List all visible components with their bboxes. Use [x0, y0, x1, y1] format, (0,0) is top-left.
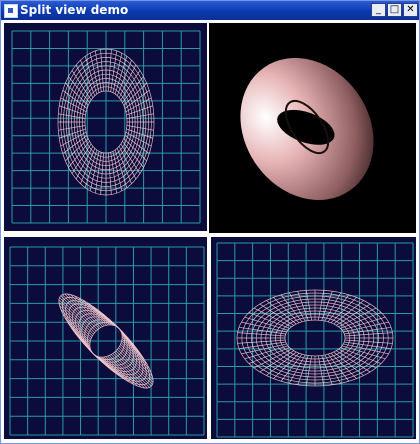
viewport-bottom-left[interactable]	[4, 237, 207, 439]
viewport-bottom-right[interactable]	[211, 237, 416, 439]
title-bar[interactable]: Split view demo _ □ ✕	[1, 1, 419, 20]
window-title: Split view demo	[20, 3, 129, 17]
viewport-top-right[interactable]	[209, 23, 416, 233]
close-button[interactable]: ✕	[403, 3, 418, 17]
viewport-bottom-left-canvas	[9, 246, 205, 436]
minimize-button[interactable]: _	[371, 3, 386, 17]
app-window: Split view demo _ □ ✕	[0, 0, 420, 444]
viewport-top-left[interactable]	[4, 23, 207, 231]
app-icon[interactable]	[4, 4, 18, 18]
grid-lines	[9, 246, 205, 436]
shaded-torus	[240, 58, 374, 200]
viewport-top-right-canvas	[240, 58, 374, 200]
split-view-client	[4, 23, 416, 439]
viewport-bottom-right-canvas	[216, 242, 414, 438]
maximize-button[interactable]: □	[387, 3, 402, 17]
viewport-top-left-canvas	[11, 30, 201, 224]
wireframe-torus	[236, 289, 394, 387]
